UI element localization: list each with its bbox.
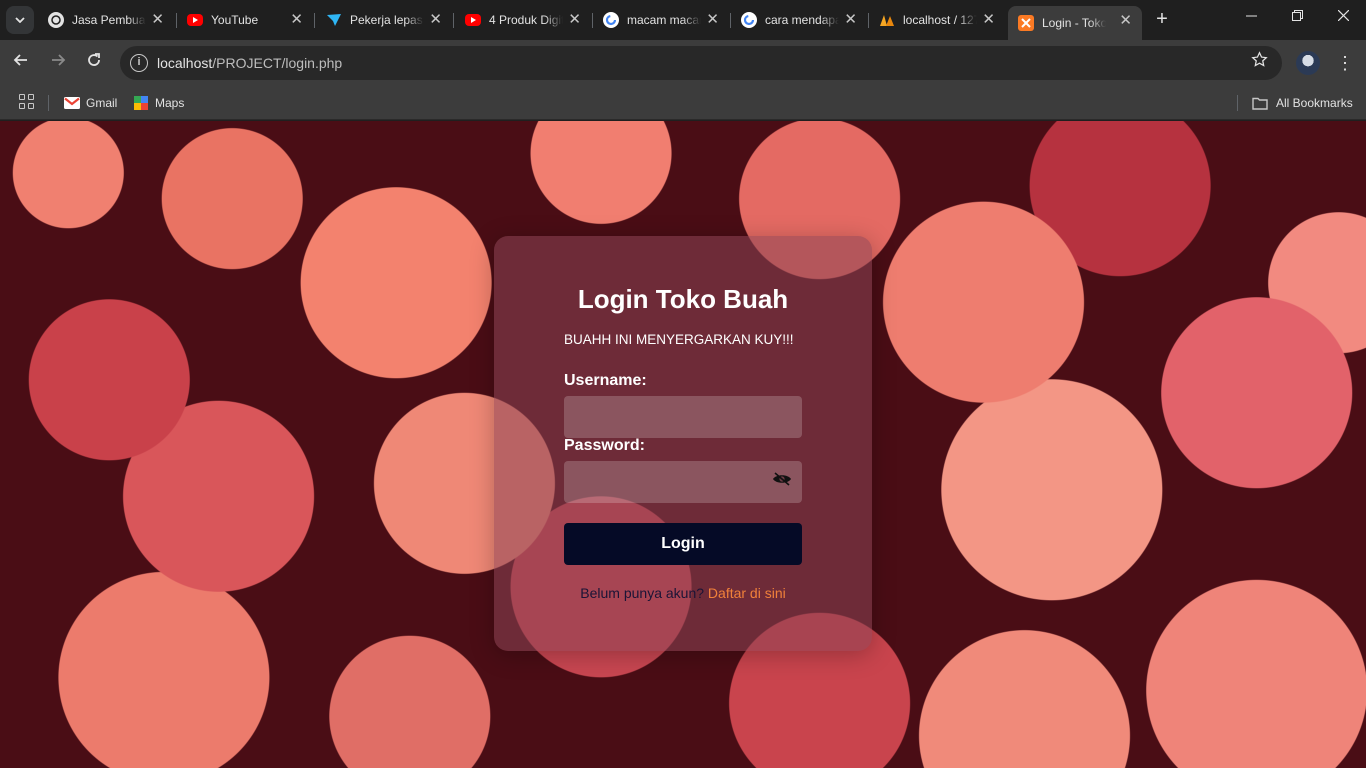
google-icon [603,12,619,28]
login-title: Login Toko Buah [577,284,789,314]
folder-icon [1252,97,1268,110]
tab-strip: Jasa Pembuatan ✕ YouTube ✕ Pekerja lepas… [0,0,1366,40]
phpmyadmin-icon [879,12,895,28]
login-card: Login Toko Buah BUAHH INI MENYERGARKAN K… [494,236,872,651]
reload-button[interactable] [83,52,105,74]
tab-cara-mendapat[interactable]: cara mendapat ✕ [731,6,867,34]
all-bookmarks-button[interactable]: All Bookmarks [1252,93,1353,113]
url-text[interactable]: localhost/PROJECT/login.php [157,55,342,71]
forward-button[interactable] [47,52,69,74]
maps-icon [134,96,148,110]
youtube-icon [465,14,481,26]
restore-icon [1291,10,1303,21]
close-icon [1337,9,1349,22]
password-input[interactable] [564,461,802,503]
tab-login-toko-buah[interactable]: Login - Toko Buah ✕ [1008,6,1142,40]
bookmarks-bar: Gmail Maps All Bookmarks [0,86,1366,120]
close-tab-icon[interactable]: ✕ [290,12,303,27]
tab-title: localhost / 127 [903,13,977,27]
new-tab-button[interactable]: + [1150,8,1174,31]
tab-search-button[interactable] [6,6,34,34]
bookmark-label: Gmail [86,96,118,110]
username-label: Username: [564,372,647,389]
browser-toolbar: i localhost/PROJECT/login.php ⋮ [0,40,1366,86]
tab-title: Pekerja lepas [350,13,423,27]
register-text: Belum punya akun? [580,585,705,601]
bookmark-gmail[interactable]: Gmail [64,93,117,113]
close-tab-icon[interactable]: ✕ [706,12,719,27]
login-button[interactable]: Login [564,523,802,565]
reload-icon [88,53,100,66]
arrow-left-icon [13,54,27,66]
minimize-icon [1245,15,1257,17]
bookmark-label: Maps [155,96,185,110]
arrow-right-icon [52,54,66,66]
close-tab-icon[interactable]: ✕ [1119,13,1132,28]
tab-title: 4 Produk Digital [489,13,563,27]
close-tab-icon[interactable]: ✕ [429,12,442,27]
fiverr-icon [326,12,342,28]
close-tab-icon[interactable]: ✕ [982,12,995,27]
tab-jasa-pembuatan[interactable]: Jasa Pembuatan ✕ [38,6,174,34]
chevron-down-icon [15,17,25,23]
eye-slash-icon[interactable] [772,472,792,486]
bookmark-divider [1237,95,1238,111]
address-bar[interactable]: i localhost/PROJECT/login.php [120,46,1282,80]
tab-title: cara mendapat [765,13,839,27]
tab-title: Jasa Pembuatan [72,13,146,27]
url-path: /PROJECT/login.php [212,55,343,71]
bookmark-star-icon[interactable] [1251,51,1268,74]
close-tab-icon[interactable]: ✕ [568,12,581,27]
url-host: localhost [157,55,213,71]
close-tab-icon[interactable]: ✕ [844,12,857,27]
tab-localhost-phpmyadmin[interactable]: localhost / 127 ✕ [869,6,1005,34]
youtube-icon [187,14,203,26]
register-link[interactable]: Daftar di sini [708,585,786,601]
xampp-icon [1018,15,1034,31]
bookmark-maps[interactable]: Maps [134,93,184,113]
tab-macam-macam[interactable]: macam macam ✕ [593,6,729,34]
bookmark-divider [48,95,49,111]
tab-produk-digital[interactable]: 4 Produk Digital ✕ [455,6,591,34]
restore-button[interactable] [1282,8,1312,24]
tab-divider [453,13,454,28]
google-icon [741,12,757,28]
tab-title: YouTube [211,13,259,27]
gmail-icon [64,97,80,109]
close-tab-icon[interactable]: ✕ [151,12,164,27]
page-background: Login Toko Buah BUAHH INI MENYERGARKAN K… [0,121,1366,768]
tab-title: Login - Toko Buah [1042,16,1106,30]
password-label: Password: [564,437,645,454]
profile-avatar[interactable] [1296,51,1320,75]
tab-title: macam macam [627,13,701,27]
register-prompt: Belum punya akun? Daftar di sini [494,585,872,601]
login-subtitle: BUAHH INI MENYERGARKAN KUY!!! [564,332,794,347]
all-bookmarks-label: All Bookmarks [1276,96,1353,110]
site-info-icon[interactable]: i [130,54,148,72]
username-input[interactable] [564,396,802,438]
tab-pekerja-lepas[interactable]: Pekerja lepas ✕ [316,6,452,34]
more-menu-icon[interactable]: ⋮ [1336,50,1354,76]
apps-grid-icon[interactable] [19,94,34,109]
tab-divider [314,13,315,28]
openai-icon [48,12,64,28]
close-window-button[interactable] [1328,8,1358,24]
tab-youtube[interactable]: YouTube ✕ [177,6,313,34]
minimize-button[interactable] [1236,8,1266,24]
back-button[interactable] [10,52,32,74]
